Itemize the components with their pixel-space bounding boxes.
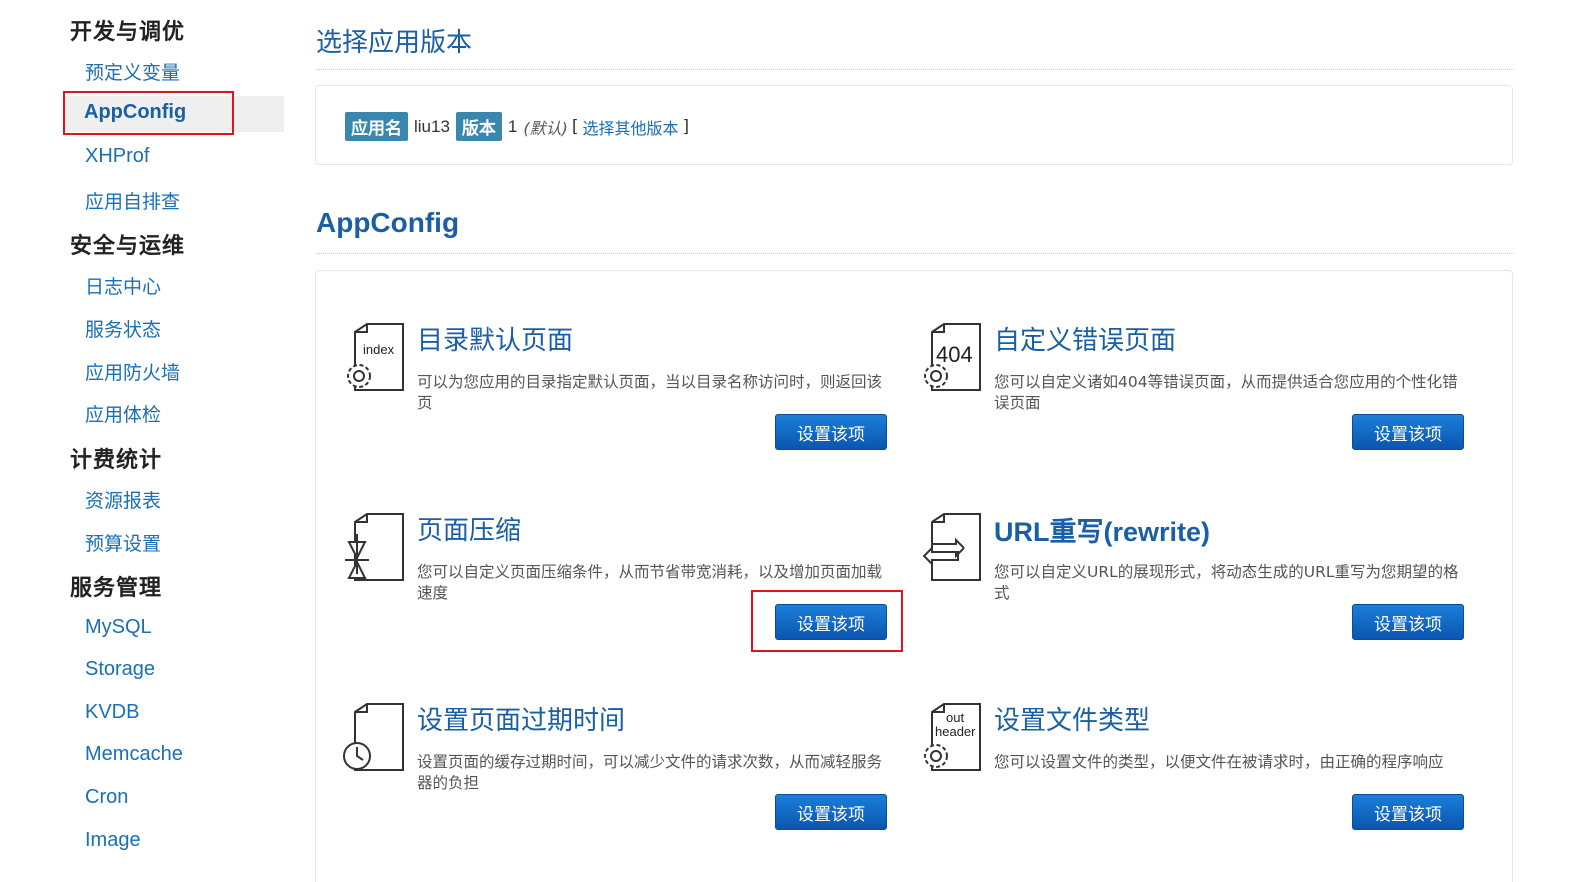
section-title-dev: 开发与调优 (70, 20, 186, 45)
rewrite-icon (918, 512, 988, 590)
sidebar-item-memcache[interactable]: Memcache (85, 743, 183, 766)
highlight-box-button (751, 590, 903, 652)
divider (316, 253, 1514, 254)
configure-button[interactable]: 设置该项 (1352, 414, 1464, 450)
sidebar-item-self-check[interactable]: 应用自排查 (85, 187, 180, 214)
version-tag: 版本 (455, 112, 502, 141)
sidebar-item-firewall[interactable]: 应用防火墙 (85, 358, 180, 385)
feature-title: 设置页面过期时间 (417, 706, 626, 736)
feature-index-page: index 目录默认页面 可以为您应用的目录指定默认页面，当以目录名称访问时，则… (341, 320, 901, 480)
feature-url-rewrite: URL重写(rewrite) 您可以自定义URL的展现形式，将动态生成的URL重… (918, 510, 1478, 670)
feature-expire-time: 设置页面过期时间 设置页面的缓存过期时间，可以减少文件的请求次数，从而减轻服务器… (341, 700, 901, 860)
appconfig-heading: AppConfig (316, 207, 460, 238)
sidebar-item-logs[interactable]: 日志中心 (85, 272, 161, 299)
feature-file-type: out header 设置文件类型 您可以设置文件的类型，以便文件在被请求时，由… (918, 700, 1478, 860)
configure-button[interactable]: 设置该项 (1352, 604, 1464, 640)
sidebar-item-kvdb[interactable]: KVDB (85, 701, 139, 724)
version-heading: 选择应用版本 (316, 28, 473, 58)
sidebar: 开发与调优 预定义变量 AppConfig XHProf 应用自排查 安全与运维… (0, 0, 290, 882)
sidebar-item-image[interactable]: Image (85, 829, 141, 852)
feature-desc: 您可以自定义诸如404等错误页面，从而提供适合您应用的个性化错误页面 (994, 373, 1458, 412)
section-title-services: 服务管理 (70, 576, 163, 601)
app-name-value: liu13 (414, 116, 450, 136)
out-header-icon: out header (918, 702, 988, 780)
feature-title: URL重写(rewrite) (994, 517, 1211, 547)
feature-title: 设置文件类型 (994, 706, 1151, 736)
header-icon-text: header (935, 724, 976, 739)
compress-icon (341, 512, 411, 590)
expire-clock-icon (341, 702, 411, 780)
highlight-box-sidebar (63, 91, 234, 135)
sidebar-item-predefined-vars[interactable]: 预定义变量 (85, 58, 180, 85)
feature-desc: 可以为您应用的目录指定默认页面，当以目录名称访问时，则返回该页 (417, 373, 883, 412)
feature-title: 目录默认页面 (417, 326, 574, 356)
feature-desc: 您可以设置文件的类型，以便文件在被请求时，由正确的程序响应 (994, 753, 1444, 771)
feature-desc: 您可以自定义URL的展现形式，将动态生成的URL重写为您期望的格式 (994, 563, 1459, 602)
configure-button[interactable]: 设置该项 (1352, 794, 1464, 830)
feature-title: 自定义错误页面 (994, 326, 1177, 356)
choose-version-link[interactable]: 选择其他版本 (583, 115, 679, 139)
sidebar-item-cron[interactable]: Cron (85, 786, 128, 809)
version-value: 1 (507, 116, 518, 136)
index-page-icon: index (341, 322, 411, 400)
feature-custom-error: 404 自定义错误页面 您可以自定义诸如404等错误页面，从而提供适合您应用的个… (918, 320, 1478, 480)
sidebar-item-service-status[interactable]: 服务状态 (85, 315, 161, 342)
sidebar-item-storage[interactable]: Storage (85, 658, 155, 681)
section-title-security: 安全与运维 (70, 234, 186, 259)
sidebar-item-resource-report[interactable]: 资源报表 (85, 486, 161, 513)
sidebar-item-budget[interactable]: 预算设置 (85, 529, 161, 556)
default-note: (默认) (523, 118, 568, 138)
out-icon-text: out (946, 710, 964, 725)
bracket-open: [ (571, 116, 579, 137)
divider (316, 69, 1514, 70)
sidebar-item-mysql[interactable]: MySQL (85, 616, 152, 639)
feature-desc: 设置页面的缓存过期时间，可以减少文件的请求次数，从而减轻服务器的负担 (417, 753, 883, 792)
section-title-billing: 计费统计 (70, 448, 163, 473)
index-icon-text: index (363, 342, 395, 357)
error-icon-text: 404 (936, 342, 973, 367)
version-row: 应用名 liu13 版本 1 (默认) [ 选择其他版本 ] (345, 112, 693, 141)
configure-button[interactable]: 设置该项 (775, 414, 887, 450)
app-name-tag: 应用名 (345, 112, 408, 141)
error-404-icon: 404 (918, 322, 988, 400)
feature-title: 页面压缩 (417, 516, 522, 546)
sidebar-item-xhprof[interactable]: XHProf (85, 145, 149, 168)
configure-button[interactable]: 设置该项 (775, 794, 887, 830)
sidebar-item-health-check[interactable]: 应用体检 (85, 400, 161, 427)
bracket-close: ] (682, 116, 690, 137)
